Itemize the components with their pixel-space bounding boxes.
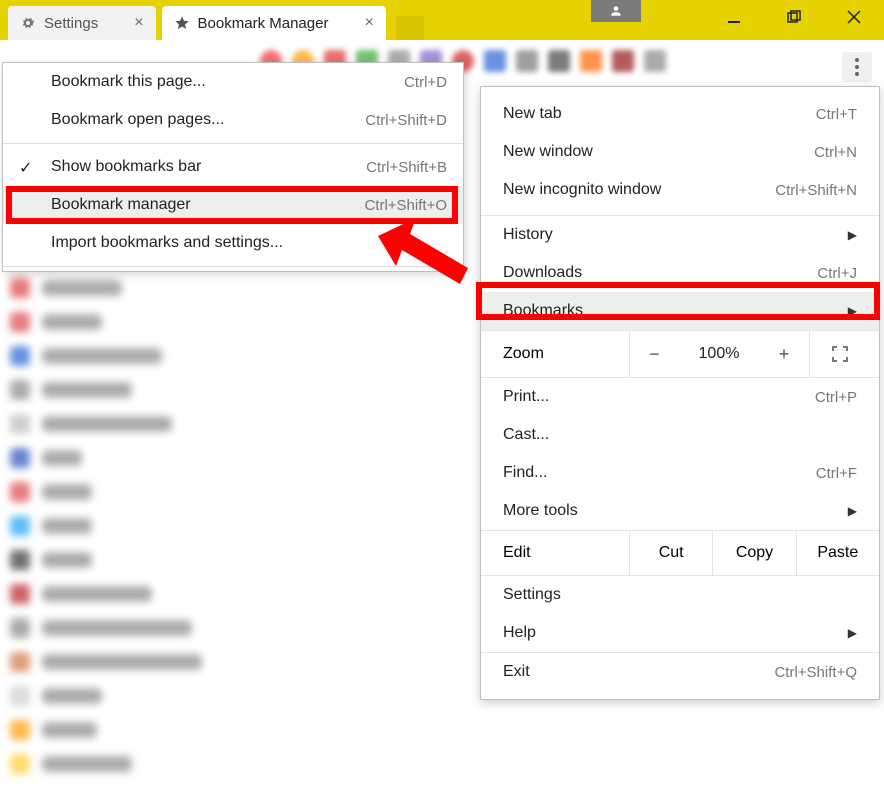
window-titlebar: Settings × Bookmark Manager ×	[0, 0, 884, 40]
bookmarks-submenu: Bookmark this page... Ctrl+D Bookmark op…	[2, 62, 464, 272]
blurred-bookmark-list	[10, 278, 230, 788]
menu-item-shortcut: Ctrl+J	[817, 265, 857, 282]
menu-more-tools[interactable]: More tools ▶	[481, 492, 879, 530]
menu-bookmark-this-page[interactable]: Bookmark this page... Ctrl+D	[3, 63, 463, 101]
menu-item-label: History	[503, 226, 553, 244]
menu-settings[interactable]: Settings	[481, 576, 879, 614]
menu-item-shortcut: Ctrl+Shift+O	[364, 197, 447, 214]
menu-item-label: Print...	[503, 388, 549, 406]
menu-downloads[interactable]: Downloads Ctrl+J	[481, 254, 879, 292]
menu-item-label: Bookmarks	[503, 302, 583, 320]
menu-item-label: More tools	[503, 502, 578, 520]
menu-new-incognito[interactable]: New incognito window Ctrl+Shift+N	[481, 171, 879, 209]
fullscreen-button[interactable]	[809, 331, 869, 377]
menu-edit-row: Edit Cut Copy Paste	[481, 531, 879, 575]
close-icon[interactable]: ×	[134, 14, 143, 32]
menu-item-shortcut: Ctrl+D	[404, 74, 447, 91]
menu-item-label: Import bookmarks and settings...	[51, 234, 283, 252]
tab-label: Settings	[44, 15, 98, 32]
window-controls	[704, 0, 884, 40]
menu-separator	[3, 143, 463, 144]
edit-label: Edit	[481, 531, 629, 575]
menu-item-label: Bookmark open pages...	[51, 111, 224, 129]
menu-item-shortcut: Ctrl+F	[816, 465, 857, 482]
tab-bookmark-manager[interactable]: Bookmark Manager ×	[162, 6, 386, 40]
menu-show-bookmarks-bar[interactable]: ✓ Show bookmarks bar Ctrl+Shift+B	[3, 148, 463, 186]
menu-item-label: Help	[503, 624, 536, 642]
menu-item-shortcut: Ctrl+Shift+B	[366, 159, 447, 176]
copy-button[interactable]: Copy	[712, 531, 795, 575]
menu-new-window[interactable]: New window Ctrl+N	[481, 133, 879, 171]
menu-history[interactable]: History ▶	[481, 216, 879, 254]
menu-exit[interactable]: Exit Ctrl+Shift+Q	[481, 653, 879, 691]
zoom-in-button[interactable]: +	[759, 331, 809, 377]
zoom-label: Zoom	[481, 345, 629, 363]
tab-label: Bookmark Manager	[198, 15, 329, 32]
menu-print[interactable]: Print... Ctrl+P	[481, 378, 879, 416]
chevron-right-icon: ▶	[848, 304, 857, 318]
menu-item-label: Settings	[503, 586, 561, 604]
menu-item-shortcut: Ctrl+Shift+D	[365, 112, 447, 129]
zoom-value: 100%	[679, 345, 759, 363]
menu-item-label: Find...	[503, 464, 547, 482]
cut-button[interactable]: Cut	[629, 531, 712, 575]
chrome-menu-button[interactable]	[842, 52, 872, 82]
gear-icon	[20, 15, 36, 31]
maximize-button[interactable]	[764, 0, 824, 34]
close-window-button[interactable]	[824, 0, 884, 34]
menu-new-tab[interactable]: New tab Ctrl+T	[481, 95, 879, 133]
menu-item-shortcut: Ctrl+Shift+Q	[774, 664, 857, 681]
menu-item-shortcut: Ctrl+Shift+N	[775, 182, 857, 199]
zoom-out-button[interactable]: −	[629, 331, 679, 377]
menu-item-label: New incognito window	[503, 181, 661, 199]
chevron-right-icon: ▶	[848, 626, 857, 640]
menu-find[interactable]: Find... Ctrl+F	[481, 454, 879, 492]
menu-item-shortcut: Ctrl+N	[814, 144, 857, 161]
chevron-right-icon: ▶	[848, 228, 857, 242]
menu-item-label: Exit	[503, 663, 530, 681]
menu-help[interactable]: Help ▶	[481, 614, 879, 652]
menu-bookmark-manager[interactable]: Bookmark manager Ctrl+Shift+O	[3, 186, 463, 224]
tab-settings[interactable]: Settings ×	[8, 6, 156, 40]
menu-import-bookmarks[interactable]: Import bookmarks and settings...	[3, 224, 463, 262]
close-icon[interactable]: ×	[364, 14, 373, 32]
new-tab-button[interactable]	[396, 16, 424, 40]
check-icon: ✓	[19, 158, 32, 178]
menu-item-label: New window	[503, 143, 593, 161]
menu-cast[interactable]: Cast...	[481, 416, 879, 454]
minimize-button[interactable]	[704, 0, 764, 34]
menu-item-label: Bookmark manager	[51, 196, 191, 214]
menu-item-label: Cast...	[503, 426, 549, 444]
menu-item-label: New tab	[503, 105, 562, 123]
chrome-main-menu: New tab Ctrl+T New window Ctrl+N New inc…	[480, 86, 880, 700]
menu-bookmarks[interactable]: Bookmarks ▶	[481, 292, 879, 330]
profile-indicator[interactable]	[591, 0, 641, 22]
menu-item-shortcut: Ctrl+P	[815, 389, 857, 406]
menu-item-shortcut: Ctrl+T	[816, 106, 857, 123]
menu-zoom-row: Zoom − 100% +	[481, 331, 879, 377]
menu-bookmark-open-pages[interactable]: Bookmark open pages... Ctrl+Shift+D	[3, 101, 463, 139]
paste-button[interactable]: Paste	[796, 531, 879, 575]
tab-strip: Settings × Bookmark Manager ×	[0, 0, 424, 40]
menu-item-label: Show bookmarks bar	[51, 158, 201, 176]
chevron-right-icon: ▶	[848, 504, 857, 518]
menu-separator	[3, 266, 463, 267]
menu-item-label: Downloads	[503, 264, 582, 282]
star-icon	[174, 15, 190, 31]
menu-item-label: Bookmark this page...	[51, 73, 206, 91]
